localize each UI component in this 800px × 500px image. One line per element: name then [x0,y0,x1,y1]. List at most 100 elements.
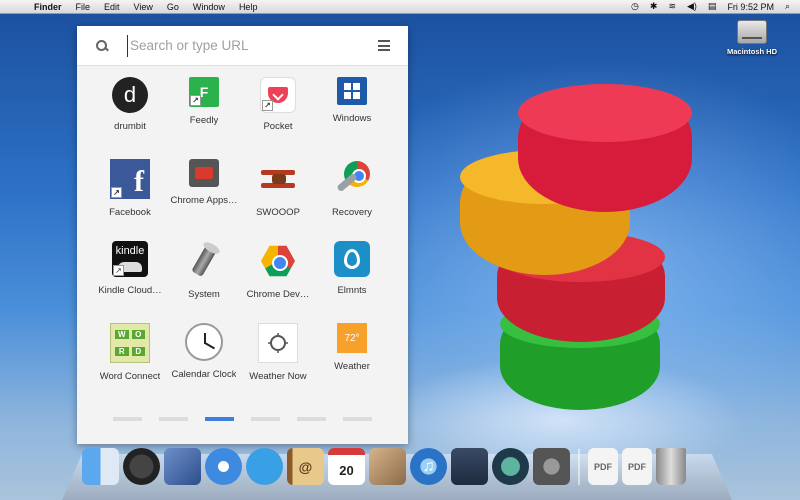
page-dot-2[interactable] [159,417,188,421]
search-input[interactable] [127,34,357,57]
ical-icon[interactable]: 20 [328,448,365,485]
keyboard-flag-icon[interactable]: ▤ [708,1,717,12]
menu-bar: Finder File Edit View Go Window Help ◷ ✱… [0,0,800,14]
windows-icon [337,77,367,105]
sun-icon [258,323,298,363]
kindle-icon: kindle ↗ [112,241,148,277]
app-chrome-apps[interactable]: Chrome Apps… [167,158,241,240]
mail-icon[interactable] [164,448,201,485]
app-chrome-dev[interactable]: Chrome Dev… [241,240,315,322]
chrome-apps-icon [189,159,219,187]
facebook-icon: f ↗ [110,159,150,199]
drive-label: Macintosh HD [726,47,777,56]
search-icon [95,39,109,53]
volume-icon[interactable]: ◀) [687,1,697,12]
app-label: Feedly [189,115,219,126]
menu-view[interactable]: View [134,0,153,14]
dashboard-icon[interactable] [123,448,160,485]
app-label: Recovery [331,207,373,218]
menu-edit[interactable]: Edit [104,0,120,14]
menu-clock[interactable]: Fri 9:52 PM [727,2,774,12]
app-weather-now[interactable]: Weather Now [241,322,315,404]
wifi-icon[interactable]: ≋ [668,1,676,12]
menu-go[interactable]: Go [167,0,179,14]
dock-separator [578,449,580,485]
app-kindle-cloud[interactable]: kindle ↗ Kindle Cloud… [93,240,167,322]
app-label: Weather [334,361,370,372]
trash-icon[interactable] [656,448,686,485]
menu-file[interactable]: File [76,0,91,14]
app-label: Elmnts [337,285,367,296]
shortcut-arrow-icon: ↗ [190,95,201,106]
menu-app-finder[interactable]: Finder [34,0,62,14]
page-dot-1[interactable] [113,417,142,421]
shortcut-arrow-icon: ↗ [262,100,273,111]
app-word-connect[interactable]: WORD Word Connect [93,322,167,404]
hamburger-menu-icon[interactable] [378,40,390,51]
facetime-icon[interactable] [246,448,283,485]
page-dot-4[interactable] [251,417,280,421]
menu-help[interactable]: Help [239,0,258,14]
dock: @ 20 ♫ PDF PDF [82,448,686,485]
time-machine-status-icon[interactable]: ◷ [631,1,639,12]
app-label: Chrome Dev… [246,289,310,300]
finder-icon[interactable] [82,448,119,485]
app-weather[interactable]: 72° Weather [315,322,389,404]
shortcut-arrow-icon: ↗ [113,265,124,276]
app-launcher-panel: d drumbit F↗ Feedly ↗ Pocket Windows f↗ … [77,26,408,444]
page-dot-5[interactable] [297,417,326,421]
clock-icon [185,323,223,361]
app-label: Word Connect [99,371,161,382]
app-label: Pocket [263,121,293,132]
app-facebook[interactable]: f ↗ Facebook [93,158,167,240]
wallpaper-candy-red-top [518,84,692,212]
pdf-document-icon[interactable]: PDF [622,448,652,485]
recovery-icon [332,159,372,199]
spotlight-search-icon[interactable]: ⌕ [785,1,790,12]
flashlight-icon [184,241,224,281]
pdf-document-icon[interactable]: PDF [588,448,618,485]
feedly-icon: F ↗ [189,77,219,107]
app-label: Windows [332,113,372,124]
time-machine-icon[interactable] [492,448,529,485]
menu-window[interactable]: Window [193,0,225,14]
photo-icon[interactable] [369,448,406,485]
app-label: Facebook [109,207,151,218]
weather-icon: 72° [337,323,367,353]
app-label: SWOOOP [256,207,300,218]
pocket-icon: ↗ [260,77,296,113]
app-label: drumbit [114,121,146,132]
app-label: Calendar Clock [171,369,237,380]
swooop-biplane-icon [258,159,298,199]
app-elmnts[interactable]: Elmnts [315,240,389,322]
app-label: System [188,289,220,300]
hard-drive-icon [737,20,767,44]
app-label: Chrome Apps… [170,195,238,206]
macintosh-hd-drive[interactable]: Macintosh HD [722,20,782,56]
chrome-dev-icon [258,241,298,281]
launcher-search-bar [77,26,408,66]
page-dot-6[interactable] [343,417,372,421]
app-calendar-clock[interactable]: Calendar Clock [167,322,241,404]
safari-icon[interactable] [205,448,242,485]
app-system[interactable]: System [167,240,241,322]
status-area: ◷ ✱ ≋ ◀) ▤ Fri 9:52 PM ⌕ [631,1,790,12]
bluetooth-icon[interactable]: ✱ [650,1,658,12]
app-recovery[interactable]: Recovery [315,158,389,240]
mission-control-icon[interactable] [451,448,488,485]
itunes-icon[interactable]: ♫ [410,448,447,485]
app-drumbit[interactable]: d drumbit [93,76,167,158]
page-dot-3-active[interactable] [205,417,234,421]
app-swooop[interactable]: SWOOOP [241,158,315,240]
app-pocket[interactable]: ↗ Pocket [241,76,315,158]
word-connect-icon: WORD [110,323,150,363]
app-windows[interactable]: Windows [315,76,389,158]
app-feedly[interactable]: F ↗ Feedly [167,76,241,158]
app-grid: d drumbit F ↗ Feedly ↗ Pocket Windows f ↗ … [93,76,408,404]
system-preferences-icon[interactable] [533,448,570,485]
page-indicator [113,417,372,421]
app-label: Kindle Cloud… [98,285,162,296]
address-book-icon[interactable]: @ [287,448,324,485]
drumbit-icon: d [112,77,148,113]
app-label: Weather Now [249,371,307,382]
